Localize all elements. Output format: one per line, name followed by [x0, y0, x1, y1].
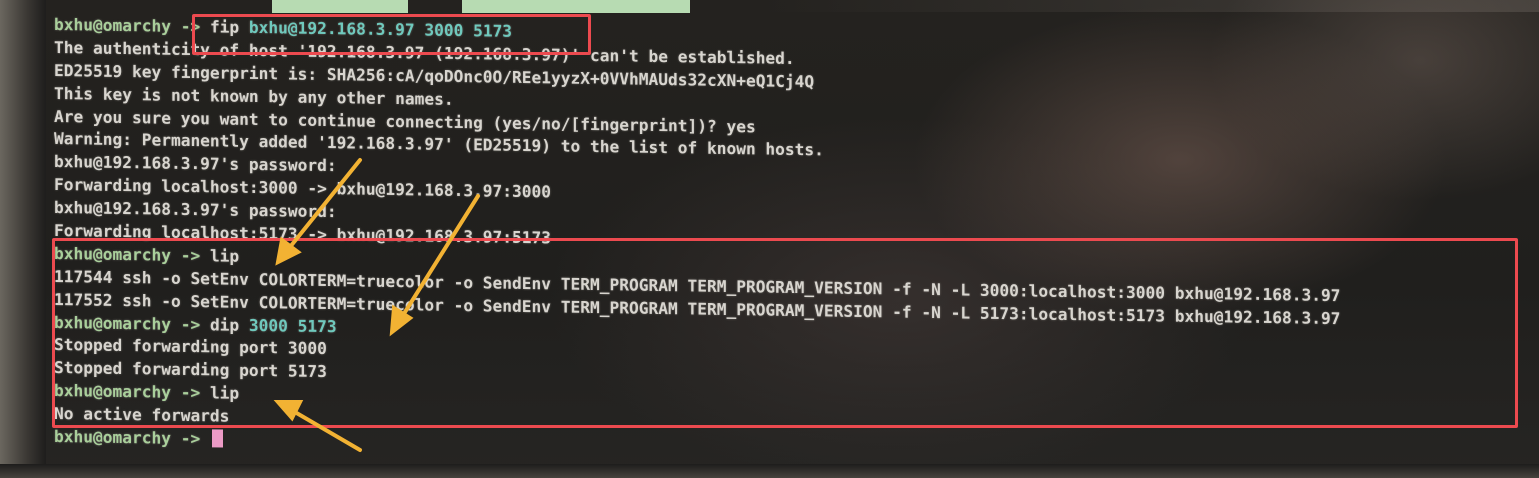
arrow-to-dip-args: [398, 194, 480, 322]
arrow-to-second-lip-head: [273, 400, 304, 422]
annotation-arrows: [273, 158, 480, 452]
arrow-to-lip: [284, 158, 362, 254]
arrow-to-second-lip: [286, 406, 362, 452]
